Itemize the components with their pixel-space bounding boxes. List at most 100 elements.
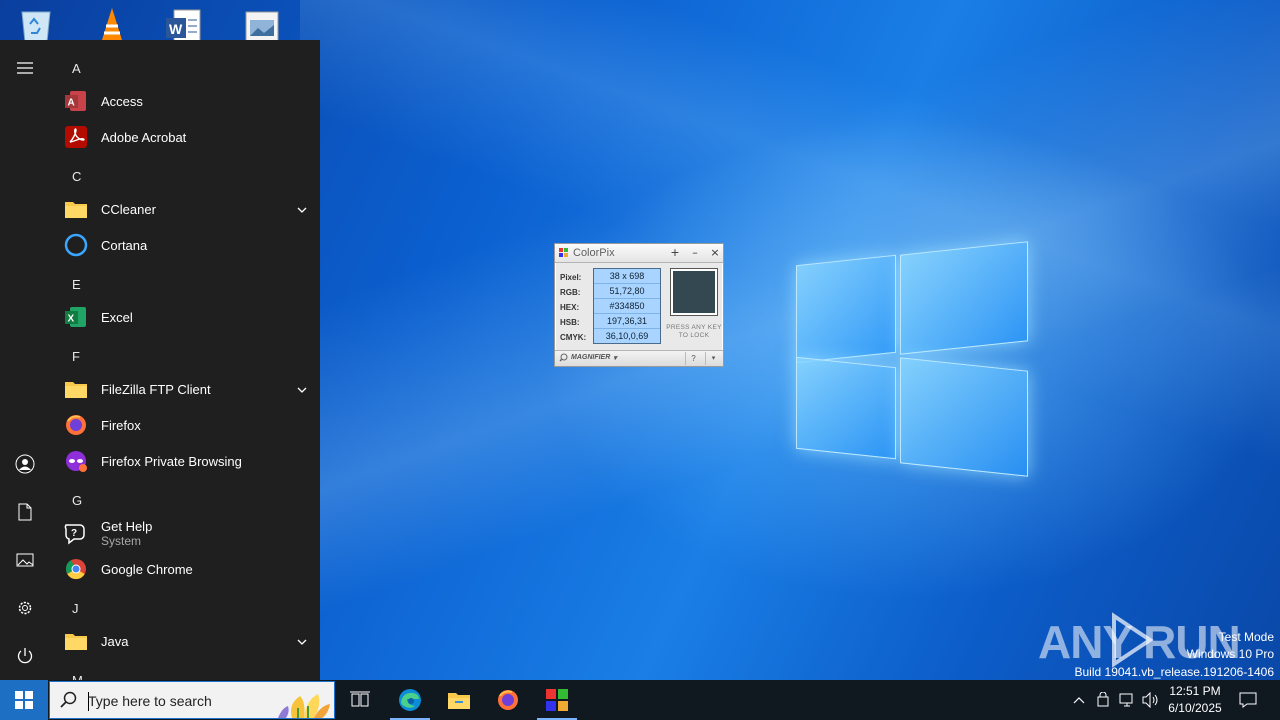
app-name: Adobe Acrobat bbox=[101, 129, 187, 145]
settings-gear-icon[interactable] bbox=[0, 586, 50, 630]
help-button[interactable]: ? bbox=[685, 352, 701, 365]
image-file-icon[interactable] bbox=[242, 6, 282, 43]
chevron-down-icon[interactable] bbox=[296, 633, 308, 651]
security-tray-icon[interactable] bbox=[1092, 680, 1114, 720]
firefox-icon bbox=[498, 690, 518, 710]
task-view-icon bbox=[350, 691, 370, 707]
pin-icon[interactable]: + bbox=[667, 246, 683, 260]
firefox-private-icon bbox=[63, 448, 89, 474]
taskbar-clock[interactable]: 12:51 PM 6/10/2025 bbox=[1160, 683, 1230, 717]
close-icon[interactable]: × bbox=[707, 246, 723, 260]
section-header-c[interactable]: C bbox=[72, 169, 81, 184]
windows-start-icon bbox=[15, 691, 33, 709]
cmyk-value[interactable]: 36,10,0,69 bbox=[594, 329, 660, 344]
app-name: Firefox Private Browsing bbox=[101, 453, 242, 469]
app-name: Java bbox=[101, 633, 129, 649]
colorpix-app-icon bbox=[559, 248, 568, 257]
colorpix-values: 38 x 698 51,72,80 #334850 197,36,31 36,1… bbox=[593, 268, 661, 344]
app-get-help[interactable]: ? Get Help System bbox=[58, 515, 316, 551]
notification-center-icon[interactable] bbox=[1234, 680, 1262, 720]
app-list: A A Access Adobe Acrobat C CCleaner Cort… bbox=[50, 40, 320, 680]
get-help-icon: ? bbox=[63, 520, 89, 546]
clock-time: 12:51 PM bbox=[1169, 684, 1221, 698]
app-access[interactable]: A Access bbox=[58, 83, 316, 119]
clock-date: 6/10/2025 bbox=[1168, 701, 1222, 715]
taskbar-search-box[interactable]: Type here to search bbox=[49, 681, 335, 719]
app-ccleaner-folder[interactable]: CCleaner bbox=[58, 191, 316, 227]
start-menu: A A Access Adobe Acrobat C CCleaner Cort… bbox=[0, 40, 320, 680]
colorpix-title: ColorPix bbox=[573, 247, 615, 259]
power-icon[interactable] bbox=[0, 634, 50, 678]
app-adobe-acrobat[interactable]: Adobe Acrobat bbox=[58, 119, 316, 155]
hamburger-menu-icon[interactable] bbox=[0, 46, 50, 90]
hex-label: HEX: bbox=[560, 303, 580, 312]
section-header-g[interactable]: G bbox=[72, 493, 82, 508]
hsb-value[interactable]: 197,36,31 bbox=[594, 314, 660, 329]
section-header-a[interactable]: A bbox=[72, 61, 81, 76]
start-button[interactable] bbox=[0, 680, 48, 720]
svg-text:W: W bbox=[169, 21, 183, 37]
vlc-icon[interactable] bbox=[92, 6, 132, 42]
app-excel[interactable]: X Excel bbox=[58, 299, 316, 335]
section-header-j[interactable]: J bbox=[72, 601, 79, 616]
app-name: Cortana bbox=[101, 237, 148, 253]
colorpix-titlebar[interactable]: ColorPix + – × bbox=[555, 244, 723, 263]
folder-icon bbox=[63, 196, 89, 222]
lock-hint: PRESS ANY KEY TO LOCK bbox=[666, 324, 722, 339]
app-name: FileZilla FTP Client bbox=[101, 381, 211, 397]
app-name: Excel bbox=[101, 309, 133, 325]
section-header-m[interactable]: M bbox=[72, 673, 83, 680]
recycle-bin-icon[interactable] bbox=[16, 6, 56, 43]
chevron-down-icon[interactable] bbox=[296, 201, 308, 219]
pixel-value[interactable]: 38 x 698 bbox=[594, 269, 660, 284]
app-java-folder[interactable]: Java bbox=[58, 623, 316, 659]
volume-icon[interactable] bbox=[1140, 680, 1162, 720]
taskbar-file-explorer-button[interactable] bbox=[435, 680, 483, 720]
app-firefox-private[interactable]: Firefox Private Browsing bbox=[58, 443, 316, 479]
taskbar-firefox-button[interactable] bbox=[484, 680, 532, 720]
file-explorer-icon bbox=[448, 693, 470, 709]
windows-logo-wallpaper bbox=[780, 230, 1050, 490]
adobe-acrobat-icon bbox=[63, 124, 89, 150]
excel-icon: X bbox=[63, 304, 89, 330]
documents-icon[interactable] bbox=[0, 490, 50, 534]
network-icon[interactable] bbox=[1115, 680, 1139, 720]
section-header-f[interactable]: F bbox=[72, 349, 80, 364]
color-swatch bbox=[670, 268, 718, 316]
edge-icon bbox=[399, 689, 421, 711]
show-hidden-icons-chevron-up-icon[interactable] bbox=[1068, 680, 1090, 720]
app-subtitle: System bbox=[101, 533, 142, 548]
chevron-down-icon[interactable] bbox=[296, 381, 308, 399]
taskbar-colorpix-button[interactable] bbox=[533, 680, 581, 720]
app-name: Google Chrome bbox=[101, 561, 193, 577]
app-name: Firefox bbox=[101, 417, 141, 433]
app-filezilla-folder[interactable]: FileZilla FTP Client bbox=[58, 371, 316, 407]
app-firefox[interactable]: Firefox bbox=[58, 407, 316, 443]
app-cortana[interactable]: Cortana bbox=[58, 227, 316, 263]
start-menu-rail bbox=[0, 40, 50, 680]
rgb-value[interactable]: 51,72,80 bbox=[594, 284, 660, 299]
svg-text:A: A bbox=[68, 98, 75, 109]
user-account-icon[interactable] bbox=[0, 442, 50, 486]
word-document-icon[interactable]: W bbox=[164, 6, 204, 43]
folder-icon bbox=[63, 628, 89, 654]
colorpix-bottombar: MAGNIFIER ▾ ? ▾ bbox=[555, 350, 723, 366]
hex-value[interactable]: #334850 bbox=[594, 299, 660, 314]
search-highlight-illustration-icon bbox=[278, 694, 330, 718]
app-google-chrome[interactable]: Google Chrome bbox=[58, 551, 316, 587]
test-mode-text: Test Mode bbox=[1218, 630, 1274, 644]
cortana-icon bbox=[63, 232, 89, 258]
pictures-icon[interactable] bbox=[0, 538, 50, 582]
windows-edition-text: Windows 10 Pro bbox=[1186, 647, 1274, 661]
taskbar: Type here to search 12:51 PM 6/10/2025 bbox=[0, 680, 1280, 720]
magnifier-button[interactable]: MAGNIFIER ▾ bbox=[559, 353, 617, 362]
svg-text:X: X bbox=[68, 314, 75, 325]
task-view-button[interactable] bbox=[336, 680, 384, 720]
taskbar-edge-button[interactable] bbox=[386, 680, 434, 720]
dropdown-arrow-icon: ▾ bbox=[613, 354, 617, 362]
svg-text:?: ? bbox=[71, 528, 77, 539]
minimize-icon[interactable]: – bbox=[687, 246, 703, 260]
options-dropdown-icon[interactable]: ▾ bbox=[705, 352, 721, 365]
section-header-e[interactable]: E bbox=[72, 277, 81, 292]
build-text: Build 19041.vb_release.191206-1406 bbox=[1074, 665, 1275, 679]
